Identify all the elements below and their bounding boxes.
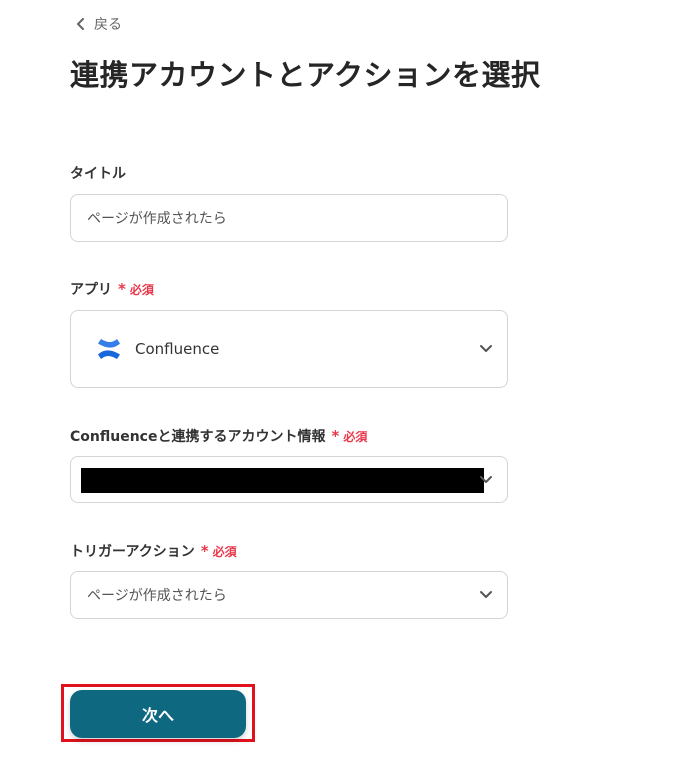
- app-field-label: アプリ * 必須: [70, 279, 154, 299]
- required-badge: 必須: [343, 429, 368, 444]
- title-input-value: ページが作成されたら: [87, 211, 227, 227]
- confluence-logo-icon: [95, 335, 123, 363]
- required-asterisk: *: [200, 542, 209, 560]
- app-select[interactable]: Confluence: [70, 310, 508, 388]
- back-label: 戻る: [94, 17, 122, 33]
- app-select-value: Confluence: [135, 340, 220, 358]
- account-select[interactable]: [70, 456, 508, 503]
- chevron-down-icon: [479, 590, 493, 600]
- page-title: 連携アカウントとアクションを選択: [70, 58, 541, 92]
- required-asterisk: *: [118, 280, 126, 298]
- title-field-label: タイトル: [70, 163, 126, 183]
- trigger-select-value: ページが作成されたら: [87, 588, 227, 604]
- next-button-label: 次へ: [141, 706, 174, 725]
- required-badge: 必須: [212, 544, 237, 559]
- title-label-text: タイトル: [70, 166, 126, 182]
- account-label-text: Confluenceと連携するアカウント情報: [70, 429, 326, 445]
- chevron-left-icon: [76, 18, 86, 30]
- app-label-text: アプリ: [70, 282, 112, 298]
- required-badge: 必須: [129, 282, 154, 297]
- redacted-account-value: [81, 468, 484, 493]
- trigger-select[interactable]: ページが作成されたら: [70, 571, 508, 619]
- chevron-down-icon: [479, 344, 493, 354]
- chevron-down-icon: [479, 475, 493, 485]
- trigger-field-label: トリガーアクション * 必須: [70, 541, 237, 561]
- account-field-label: Confluenceと連携するアカウント情報 * 必須: [70, 426, 367, 446]
- required-asterisk: *: [331, 427, 340, 445]
- trigger-label-text: トリガーアクション: [70, 544, 195, 560]
- back-link[interactable]: 戻る: [76, 14, 122, 34]
- title-input[interactable]: ページが作成されたら: [70, 194, 508, 242]
- next-button[interactable]: 次へ: [70, 690, 246, 738]
